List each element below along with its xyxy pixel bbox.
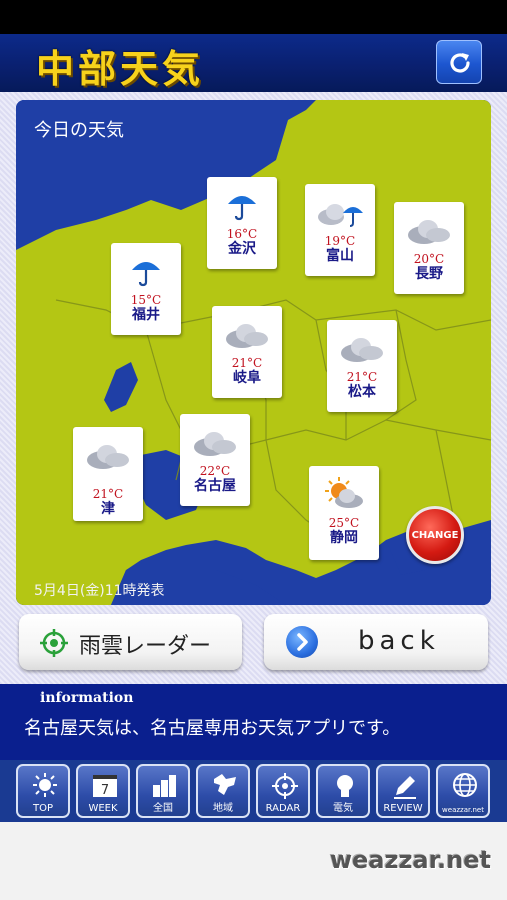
back-label: back	[358, 626, 440, 656]
tab-label: 全国	[153, 803, 173, 814]
tab-region[interactable]: 地域	[196, 764, 250, 818]
globe-icon	[453, 773, 477, 797]
tab-label: TOP	[32, 803, 53, 814]
rain-radar-label: 雨雲レーダー	[79, 634, 212, 659]
temperature: 22°C	[199, 464, 231, 478]
city-name: 長野	[415, 266, 443, 282]
temperature: 25°C	[328, 516, 360, 530]
tab-weazzar[interactable]: weazzar.net	[436, 764, 490, 818]
sun-icon	[33, 773, 57, 797]
refresh-button[interactable]	[436, 40, 482, 84]
calendar-day: 7	[101, 783, 109, 798]
tab-top[interactable]: TOP	[16, 764, 70, 818]
temperature: 15°C	[130, 293, 162, 307]
forecast-card-matsumoto[interactable]: 21°C 松本	[327, 320, 397, 412]
tab-label: WEEK	[88, 803, 118, 814]
tab-week[interactable]: 7 WEEK	[76, 764, 130, 818]
city-name: 松本	[348, 384, 376, 400]
tab-radar[interactable]: RADAR	[256, 764, 310, 818]
map-title: 今日の天気	[34, 120, 124, 141]
cloud-rain-icon	[318, 204, 363, 227]
information-text: 名古屋天気は、名古屋専用お天気アプリです。	[24, 718, 401, 739]
lightbulb-icon	[337, 775, 353, 797]
tab-label: RADAR	[265, 803, 301, 814]
footer: weazzar.net	[0, 822, 507, 900]
cloud-icon	[408, 220, 450, 244]
app-title: 中部天気	[36, 46, 205, 91]
pencil-icon	[394, 776, 416, 799]
forecast-card-nagano[interactable]: 20°C 長野	[394, 202, 464, 294]
information-label: information	[40, 690, 134, 706]
refresh-icon	[450, 53, 470, 73]
temperature: 21°C	[92, 487, 124, 501]
change-button[interactable]: CHANGE	[406, 506, 464, 564]
brand-logo: weazzar.net	[329, 846, 491, 874]
cloud-icon	[87, 445, 129, 469]
city-name: 津	[101, 501, 115, 517]
tab-bar: TOP 7 WEEK 全国 地域 RADAR 電気 REVIEW weazzar…	[0, 760, 507, 822]
calendar-icon: 7	[93, 775, 117, 798]
city-name: 金沢	[228, 241, 256, 257]
tab-label: 電気	[333, 803, 353, 814]
issued-time: 5月4日(金)11時発表	[34, 583, 165, 599]
status-bar	[0, 0, 507, 34]
temperature: 16°C	[226, 227, 258, 241]
temperature: 19°C	[324, 234, 356, 248]
city-name: 岐阜	[233, 370, 261, 386]
umbrella-icon	[228, 196, 256, 221]
bar-chart-icon	[153, 775, 176, 797]
hokkaido-map-icon	[214, 774, 236, 795]
cloud-icon	[194, 432, 236, 456]
city-name: 福井	[132, 307, 160, 323]
tab-label: REVIEW	[383, 803, 423, 814]
temperature: 21°C	[231, 356, 263, 370]
app-header: 中部天気	[0, 34, 507, 92]
forecast-card-shizuoka[interactable]: 25°C 静岡	[309, 466, 379, 560]
tab-label: 地域	[213, 803, 233, 814]
tab-electricity[interactable]: 電気	[316, 764, 370, 818]
back-button[interactable]: back	[264, 614, 488, 670]
forecast-card-fukui[interactable]: 15°C 福井	[111, 243, 181, 335]
forecast-card-toyama[interactable]: 19°C 富山	[305, 184, 375, 276]
tab-review[interactable]: REVIEW	[376, 764, 430, 818]
forecast-card-kanazawa[interactable]: 16°C 金沢	[207, 177, 277, 269]
temperature: 20°C	[413, 252, 445, 266]
forecast-card-gifu[interactable]: 21°C 岐阜	[212, 306, 282, 398]
chevron-right-icon	[286, 626, 318, 658]
cloud-icon	[226, 324, 268, 348]
forecast-card-nagoya[interactable]: 22°C 名古屋	[180, 414, 250, 506]
city-name: 富山	[326, 248, 354, 264]
forecast-card-tsu[interactable]: 21°C 津	[73, 427, 143, 521]
city-name: 静岡	[330, 530, 358, 546]
city-name: 名古屋	[194, 478, 236, 494]
tab-national[interactable]: 全国	[136, 764, 190, 818]
umbrella-icon	[132, 262, 160, 287]
sun-cloud-icon	[325, 477, 363, 508]
crosshair-icon	[40, 629, 68, 657]
information-bar: information 名古屋天気は、名古屋専用お天気アプリです。	[0, 684, 507, 760]
rain-radar-button[interactable]: 雨雲レーダー	[19, 614, 242, 670]
crosshair-icon	[272, 773, 298, 799]
cloud-icon	[341, 338, 383, 362]
temperature: 21°C	[346, 370, 378, 384]
tab-label: weazzar.net	[442, 806, 484, 814]
